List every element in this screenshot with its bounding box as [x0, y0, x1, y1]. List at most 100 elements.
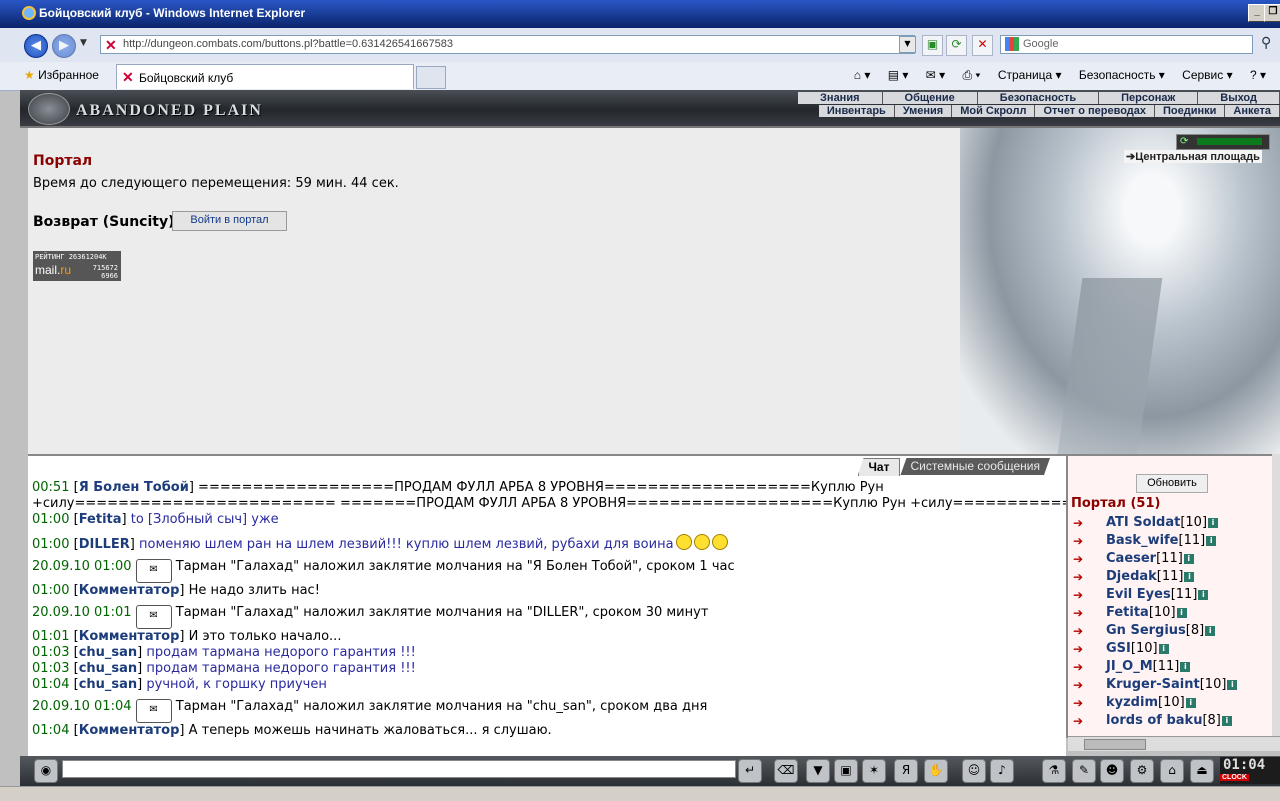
online-user-name[interactable]: kyzdim[10] i	[1106, 695, 1196, 710]
menu-character[interactable]: Персонаж	[1099, 92, 1199, 104]
online-user-row[interactable]: ➔ GSI[10] i	[1071, 640, 1271, 658]
command-tools[interactable]: Сервис ▾	[1182, 68, 1232, 82]
online-user-name[interactable]: Bask_wife[11] i	[1106, 533, 1217, 548]
back-icon[interactable]: ◀	[24, 34, 48, 58]
print-icon[interactable]: ⎙ ▾	[963, 68, 981, 82]
private-message-icon[interactable]: ➔	[1073, 606, 1083, 620]
central-square-link[interactable]: ➔Центральная площадь	[1124, 150, 1262, 163]
online-user-row[interactable]: ➔ Evil Eyes[11] i	[1071, 586, 1271, 604]
online-user-name[interactable]: GSI[10] i	[1106, 641, 1169, 656]
info-icon[interactable]: i	[1205, 626, 1216, 636]
friends-icon[interactable]: ☻	[1100, 759, 1124, 783]
refresh-icon[interactable]: ⟳	[946, 35, 967, 56]
restore-icon[interactable]: ❐	[1264, 4, 1280, 22]
command-safety[interactable]: Безопасность ▾	[1079, 68, 1165, 82]
horizontal-scrollbar[interactable]	[1068, 736, 1280, 751]
info-icon[interactable]: i	[1180, 662, 1191, 672]
menu-my-scroll[interactable]: Мой Скролл	[952, 105, 1036, 117]
private-message-icon[interactable]: ➔	[1073, 534, 1083, 548]
info-icon[interactable]: i	[1198, 590, 1209, 600]
chat-time[interactable]: 01:03	[32, 645, 74, 660]
private-message-icon[interactable]: ➔	[1073, 714, 1083, 728]
chat-time[interactable]: 20.09.10 01:04	[32, 699, 136, 714]
enter-portal-button[interactable]: Войти в портал	[172, 211, 287, 231]
private-message-icon[interactable]: ➔	[1073, 678, 1083, 692]
search-input[interactable]: Google	[1000, 35, 1253, 54]
online-user-name[interactable]: lords of baku[8] i	[1106, 713, 1232, 728]
menu-security[interactable]: Безопасность	[977, 92, 1100, 104]
chat-nick[interactable]: Я Болен Тобой	[79, 480, 189, 495]
menu-knowledge[interactable]: Знания	[798, 92, 883, 104]
tab-chat[interactable]: Чат	[857, 458, 901, 476]
private-message-icon[interactable]: ➔	[1073, 696, 1083, 710]
online-user-row[interactable]: ➔ lords of baku[8] i	[1071, 712, 1271, 730]
chat-time[interactable]: 00:51	[32, 480, 74, 495]
hand-icon[interactable]: ✋	[924, 759, 948, 783]
online-user-name[interactable]: Kruger-Saint[10] i	[1106, 677, 1238, 692]
info-icon[interactable]: i	[1184, 572, 1195, 582]
private-message-icon[interactable]: ➔	[1073, 570, 1083, 584]
exit-icon[interactable]: ⏏	[1190, 759, 1214, 783]
info-icon[interactable]: i	[1208, 518, 1219, 528]
mail-icon[interactable]: ✉ ▾	[926, 68, 945, 82]
chat-nick[interactable]: DILLER	[79, 537, 130, 552]
chat-time[interactable]: 01:03	[32, 661, 74, 676]
online-user-row[interactable]: ➔ Fetita[10] i	[1071, 604, 1271, 622]
info-icon[interactable]: i	[1221, 716, 1232, 726]
chat-time[interactable]: 01:04	[32, 723, 74, 738]
vertical-scrollbar[interactable]	[1272, 454, 1280, 736]
private-message-icon[interactable]: ➔	[1073, 660, 1083, 674]
menu-fights[interactable]: Поединки	[1155, 105, 1226, 117]
help-icon[interactable]: ? ▾	[1250, 68, 1266, 82]
home-icon[interactable]: ⌂ ▾	[854, 68, 871, 82]
chat-mode-icon[interactable]: ◉	[34, 759, 58, 783]
chat-nick[interactable]: Комментатор	[79, 583, 180, 598]
private-message-icon[interactable]: ➔	[1073, 516, 1083, 530]
favorites-button[interactable]: ★ Избранное	[24, 68, 99, 82]
new-tab-button[interactable]	[416, 66, 446, 89]
online-user-name[interactable]: JI_O_M[11] i	[1106, 659, 1191, 674]
online-user-row[interactable]: ➔ JI_O_M[11] i	[1071, 658, 1271, 676]
menu-exit[interactable]: Выход	[1198, 92, 1280, 104]
menu-social[interactable]: Общение	[882, 92, 978, 104]
chat-nick[interactable]: chu_san	[79, 661, 137, 676]
private-message-icon[interactable]: ➔	[1073, 588, 1083, 602]
rating-counter[interactable]: РЕЙТИНГ 26361204К mail.ru 715672 6966	[33, 251, 121, 281]
chat-input[interactable]	[62, 760, 736, 778]
chat-nick[interactable]: Fetita	[79, 512, 122, 527]
chat-nick[interactable]: Комментатор	[79, 629, 180, 644]
info-icon[interactable]: i	[1185, 698, 1196, 708]
chat-time[interactable]: 01:00	[32, 583, 74, 598]
online-user-row[interactable]: ➔ Gn Sergius[8] i	[1071, 622, 1271, 640]
search-icon[interactable]: ⚲	[1261, 35, 1271, 51]
online-user-row[interactable]: ➔ Djedak[11] i	[1071, 568, 1271, 586]
map-icon[interactable]: ⌂	[1160, 759, 1184, 783]
online-user-row[interactable]: ➔ Kruger-Saint[10] i	[1071, 676, 1271, 694]
chat-time[interactable]: 01:00	[32, 537, 74, 552]
compat-view-icon[interactable]: ▣	[922, 35, 943, 56]
translit-icon[interactable]: Я	[894, 759, 918, 783]
filter-icon[interactable]: ▼	[806, 759, 830, 783]
url-field[interactable]: ✕ http://dungeon.combats.com/buttons.pl?…	[100, 35, 915, 54]
chat-time[interactable]: 01:00	[32, 512, 74, 527]
stop-icon[interactable]: ✕	[972, 35, 993, 56]
info-icon[interactable]: i	[1227, 680, 1238, 690]
online-user-row[interactable]: ➔ Caeser[11] i	[1071, 550, 1271, 568]
forward-icon[interactable]: ▶	[52, 34, 76, 58]
menu-transfer-report[interactable]: Отчет о переводах	[1035, 105, 1156, 117]
online-user-name[interactable]: Evil Eyes[11] i	[1106, 587, 1209, 602]
url-dropdown-icon[interactable]: ▼	[899, 36, 916, 53]
save-log-icon[interactable]: ▣	[834, 759, 858, 783]
sound-icon[interactable]: ♪	[990, 759, 1014, 783]
dance-icon[interactable]: ✶	[862, 759, 886, 783]
online-user-row[interactable]: ➔ Bask_wife[11] i	[1071, 532, 1271, 550]
menu-inventory[interactable]: Инвентарь	[818, 105, 895, 117]
clear-icon[interactable]: ⌫	[774, 759, 798, 783]
tab-system-messages[interactable]: Системные сообщения	[900, 458, 1050, 475]
online-user-name[interactable]: Caeser[11] i	[1106, 551, 1194, 566]
online-user-row[interactable]: ➔ ATI Soldat[10] i	[1071, 514, 1271, 532]
clan-icon[interactable]: ⚙	[1130, 759, 1154, 783]
chat-nick[interactable]: Комментатор	[79, 723, 180, 738]
info-icon[interactable]: i	[1158, 644, 1169, 654]
chat-nick[interactable]: chu_san	[79, 645, 137, 660]
